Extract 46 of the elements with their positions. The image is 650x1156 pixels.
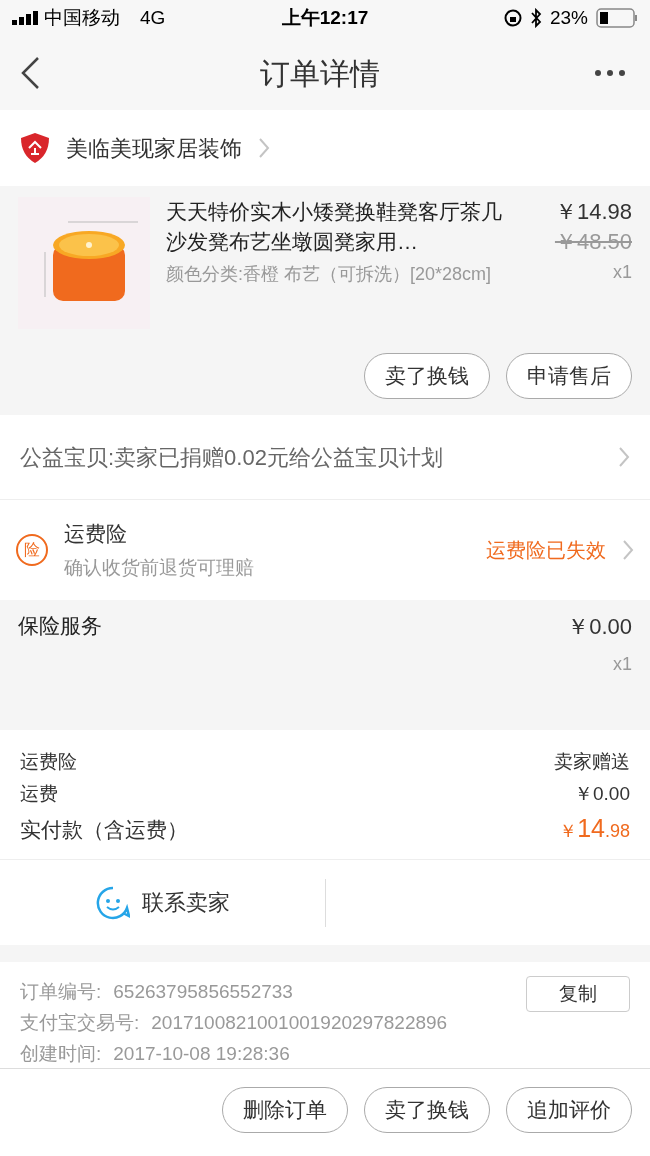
info-label: 支付宝交易号: bbox=[20, 1011, 140, 1035]
info-value: 2017100821001001920297822896 bbox=[151, 1011, 448, 1035]
chat-face-icon bbox=[95, 885, 130, 920]
summary-label: 运费险 bbox=[20, 750, 77, 774]
carrier-name: 中国移动 bbox=[44, 5, 120, 30]
shop-name[interactable]: 美临美现家居装饰 bbox=[66, 131, 242, 165]
info-value: 65263795856552733 bbox=[113, 980, 293, 1004]
action-button[interactable]: 追加评价 bbox=[506, 1087, 632, 1133]
info-label: 订单编号: bbox=[20, 980, 102, 1004]
info-label: 创建时间: bbox=[20, 1042, 102, 1066]
insurance-badge: 险 bbox=[16, 534, 48, 566]
original-price: ￥48.50 bbox=[554, 228, 632, 256]
summary-value: 卖家赠送 bbox=[554, 750, 630, 774]
chevron-right-icon bbox=[618, 446, 630, 468]
total-label: 实付款（含运费） bbox=[20, 817, 188, 843]
action-button[interactable]: 卖了换钱 bbox=[364, 1087, 490, 1133]
info-value: 2017-10-08 19:28:36 bbox=[113, 1042, 290, 1066]
battery-icon bbox=[596, 8, 638, 28]
charity-note: 公益宝贝:卖家已捐赠0.02元给公益宝贝计划 bbox=[20, 443, 444, 472]
shield-icon bbox=[20, 132, 50, 164]
action-button[interactable]: 申请售后 bbox=[506, 353, 632, 399]
action-button[interactable]: 删除订单 bbox=[222, 1087, 348, 1133]
insurance-service-name: 保险服务 bbox=[18, 613, 103, 639]
page-title: 订单详情 bbox=[259, 55, 381, 92]
chevron-right-icon bbox=[258, 137, 270, 159]
chevron-right-icon bbox=[622, 539, 634, 561]
product-price: ￥14.98 bbox=[554, 198, 632, 226]
battery-percent: 23% bbox=[550, 5, 588, 30]
rotation-lock-icon bbox=[504, 9, 522, 27]
summary-label: 运费 bbox=[20, 782, 58, 806]
insurance-service-quantity: x1 bbox=[613, 653, 632, 676]
product-quantity: x1 bbox=[613, 261, 632, 284]
action-button[interactable]: 卖了换钱 bbox=[364, 353, 490, 399]
summary-value: ￥0.00 bbox=[574, 782, 630, 806]
signal-icon bbox=[12, 11, 40, 25]
clock-time: 上午12:17 bbox=[281, 5, 369, 30]
bluetooth-icon bbox=[530, 8, 542, 28]
contact-seller-button[interactable]: 联系卖家 bbox=[95, 885, 230, 920]
product-title[interactable]: 天天特价实木小矮凳换鞋凳客厅茶几沙发凳布艺坐墩圆凳家用… bbox=[166, 197, 520, 257]
product-option: 颜色分类:香橙 布艺（可拆洗）[20*28cm] bbox=[166, 261, 520, 287]
copy-button[interactable]: 复制 bbox=[526, 976, 630, 1012]
freight-insurance-title: 运费险 bbox=[64, 521, 128, 547]
total-amount: ￥14.98 bbox=[559, 813, 630, 844]
freight-insurance-subtitle: 确认收货前退货可理赔 bbox=[64, 555, 255, 580]
network-type: 4G bbox=[140, 5, 166, 30]
insurance-service-price: ￥0.00 bbox=[567, 613, 632, 641]
